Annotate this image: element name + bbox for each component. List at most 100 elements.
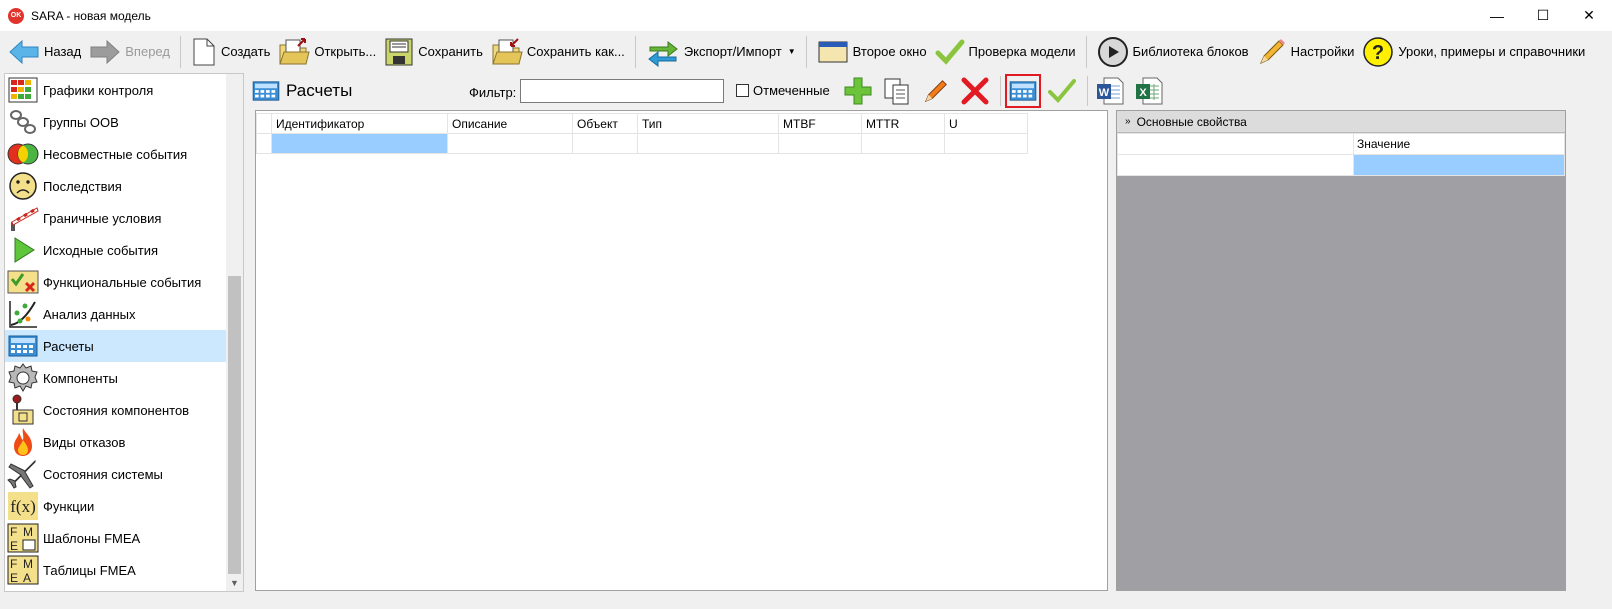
verify-button[interactable] bbox=[1044, 74, 1080, 108]
sidebar-item-functions[interactable]: f(x) Функции bbox=[5, 490, 227, 522]
row-header[interactable] bbox=[256, 133, 272, 154]
table-row[interactable] bbox=[256, 133, 1028, 154]
property-name-cell[interactable] bbox=[1117, 154, 1354, 176]
calculator-icon bbox=[1009, 80, 1037, 102]
column-header-description[interactable]: Описание bbox=[447, 113, 573, 134]
forward-button[interactable]: Вперед bbox=[85, 34, 174, 70]
flame-icon bbox=[7, 427, 39, 457]
row-header-corner bbox=[256, 113, 272, 134]
copy-button[interactable] bbox=[879, 74, 915, 108]
sidebar-item-component-states[interactable]: Состояния компонентов bbox=[5, 394, 227, 426]
grid-toolbar: W X bbox=[840, 73, 1170, 109]
settings-button[interactable]: Настройки bbox=[1253, 34, 1359, 70]
sidebar-item-functional-events[interactable]: Функциональные события bbox=[5, 266, 227, 298]
add-button[interactable] bbox=[840, 74, 876, 108]
calculations-header: Расчеты Фильтр: Отмеченные W X bbox=[252, 73, 1163, 109]
sidebar-item-calculations[interactable]: Расчеты bbox=[5, 330, 227, 362]
sidebar-item-fmea-templates[interactable]: FME Шаблоны FMEA bbox=[5, 522, 227, 554]
property-value-cell[interactable] bbox=[1353, 154, 1565, 176]
calculator-icon bbox=[252, 80, 280, 102]
table-cell-type[interactable] bbox=[637, 133, 779, 154]
close-button[interactable]: ✕ bbox=[1566, 0, 1612, 31]
minimize-button[interactable]: — bbox=[1474, 0, 1520, 31]
excel-document-icon: X bbox=[1134, 76, 1164, 106]
sidebar-item-control-charts[interactable]: Графики контроля bbox=[5, 74, 227, 106]
open-button[interactable]: Открыть... bbox=[274, 34, 380, 70]
toolbar-separator bbox=[1087, 76, 1088, 106]
sidebar-list: Графики контроля Группы ООВ Несовместные… bbox=[5, 74, 227, 586]
collapse-chevron-icon[interactable]: » bbox=[1125, 116, 1131, 127]
page-title: Расчеты bbox=[286, 81, 353, 100]
delete-button[interactable] bbox=[957, 74, 993, 108]
calculate-button[interactable] bbox=[1005, 74, 1041, 108]
plus-icon bbox=[843, 76, 873, 106]
calculations-table: Идентификатор Описание Объект Тип MTBF M… bbox=[256, 113, 1028, 154]
maximize-button[interactable]: ☐ bbox=[1520, 0, 1566, 31]
save-as-button[interactable]: Сохранить как... bbox=[487, 34, 629, 70]
sidebar-item-components[interactable]: Компоненты bbox=[5, 362, 227, 394]
window-title: SARA - новая модель bbox=[31, 8, 151, 23]
column-header-type[interactable]: Тип bbox=[637, 113, 779, 134]
help-button[interactable]: ? Уроки, примеры и справочники bbox=[1358, 34, 1589, 70]
svg-text:F: F bbox=[10, 557, 17, 571]
sidebar-item-data-analysis[interactable]: Анализ данных bbox=[5, 298, 227, 330]
svg-text:A: A bbox=[23, 571, 31, 585]
marked-filter[interactable]: Отмеченные bbox=[736, 83, 830, 98]
column-header-identifier[interactable]: Идентификатор bbox=[271, 113, 448, 134]
column-header-mtbf[interactable]: MTBF bbox=[778, 113, 862, 134]
save-button[interactable]: Сохранить bbox=[380, 34, 487, 70]
column-header-mttr[interactable]: MTTR bbox=[861, 113, 945, 134]
table-cell-u[interactable] bbox=[944, 133, 1028, 154]
play-triangle-icon bbox=[7, 235, 39, 265]
arrow-left-icon bbox=[8, 38, 40, 66]
edit-button[interactable] bbox=[918, 74, 954, 108]
table-cell-object[interactable] bbox=[572, 133, 638, 154]
gear-icon bbox=[7, 363, 39, 393]
column-header-object[interactable]: Объект bbox=[572, 113, 638, 134]
scrollbar-thumb[interactable] bbox=[228, 276, 241, 574]
properties-header[interactable]: » Основные свойства bbox=[1117, 111, 1565, 133]
sidebar-item-incompatible-events[interactable]: Несовместные события bbox=[5, 138, 227, 170]
marked-checkbox[interactable] bbox=[736, 84, 749, 97]
sidebar-item-boundary-conditions[interactable]: Граничные условия bbox=[5, 202, 227, 234]
table-cell-description[interactable] bbox=[447, 133, 573, 154]
check-model-button[interactable]: Проверка модели bbox=[931, 34, 1080, 70]
svg-text:E: E bbox=[10, 571, 18, 585]
table-cell-identifier[interactable] bbox=[271, 133, 448, 154]
back-button[interactable]: Назад bbox=[4, 34, 85, 70]
export-import-button[interactable]: Экспорт/Импорт ▼ bbox=[642, 34, 800, 70]
sidebar: Графики контроля Группы ООВ Несовместные… bbox=[4, 73, 244, 592]
control-chart-icon bbox=[7, 75, 39, 105]
main-toolbar: Назад Вперед Создать Открыть... Сохранит… bbox=[0, 31, 1612, 72]
property-row[interactable] bbox=[1117, 154, 1565, 176]
svg-text:X: X bbox=[1139, 87, 1147, 99]
word-document-icon: W bbox=[1095, 76, 1125, 106]
pencil-icon bbox=[922, 77, 950, 105]
sidebar-item-initial-events[interactable]: Исходные события bbox=[5, 234, 227, 266]
column-header-u[interactable]: U bbox=[944, 113, 1028, 134]
window-icon bbox=[817, 39, 849, 65]
export-excel-button[interactable]: X bbox=[1131, 74, 1167, 108]
svg-text:E: E bbox=[10, 539, 18, 553]
filter-label: Фильтр: bbox=[469, 85, 517, 100]
chain-links-icon bbox=[7, 107, 39, 137]
second-window-button[interactable]: Второе окно bbox=[813, 34, 931, 70]
create-button[interactable]: Создать bbox=[187, 34, 274, 70]
sidebar-scrollbar[interactable]: ▼ bbox=[226, 74, 243, 591]
sidebar-item-system-states[interactable]: Состояния системы bbox=[5, 458, 227, 490]
scroll-down-icon[interactable]: ▼ bbox=[226, 574, 243, 591]
check-cross-icon bbox=[7, 267, 39, 297]
sidebar-item-failure-modes[interactable]: Виды отказов bbox=[5, 426, 227, 458]
table-cell-mtbf[interactable] bbox=[778, 133, 862, 154]
toolbar-separator bbox=[1000, 76, 1001, 106]
app-logo-icon: OK bbox=[8, 7, 24, 24]
table-cell-mttr[interactable] bbox=[861, 133, 945, 154]
filter-input[interactable] bbox=[520, 79, 724, 103]
calculations-grid[interactable]: Идентификатор Описание Объект Тип MTBF M… bbox=[255, 110, 1108, 591]
sidebar-item-fmea-tables[interactable]: FMEA Таблицы FMEA bbox=[5, 554, 227, 586]
sidebar-item-consequences[interactable]: Последствия bbox=[5, 170, 227, 202]
block-library-button[interactable]: Библиотека блоков bbox=[1093, 34, 1253, 70]
export-word-button[interactable]: W bbox=[1092, 74, 1128, 108]
sidebar-item-oov-groups[interactable]: Группы ООВ bbox=[5, 106, 227, 138]
save-as-folder-icon bbox=[491, 37, 523, 67]
